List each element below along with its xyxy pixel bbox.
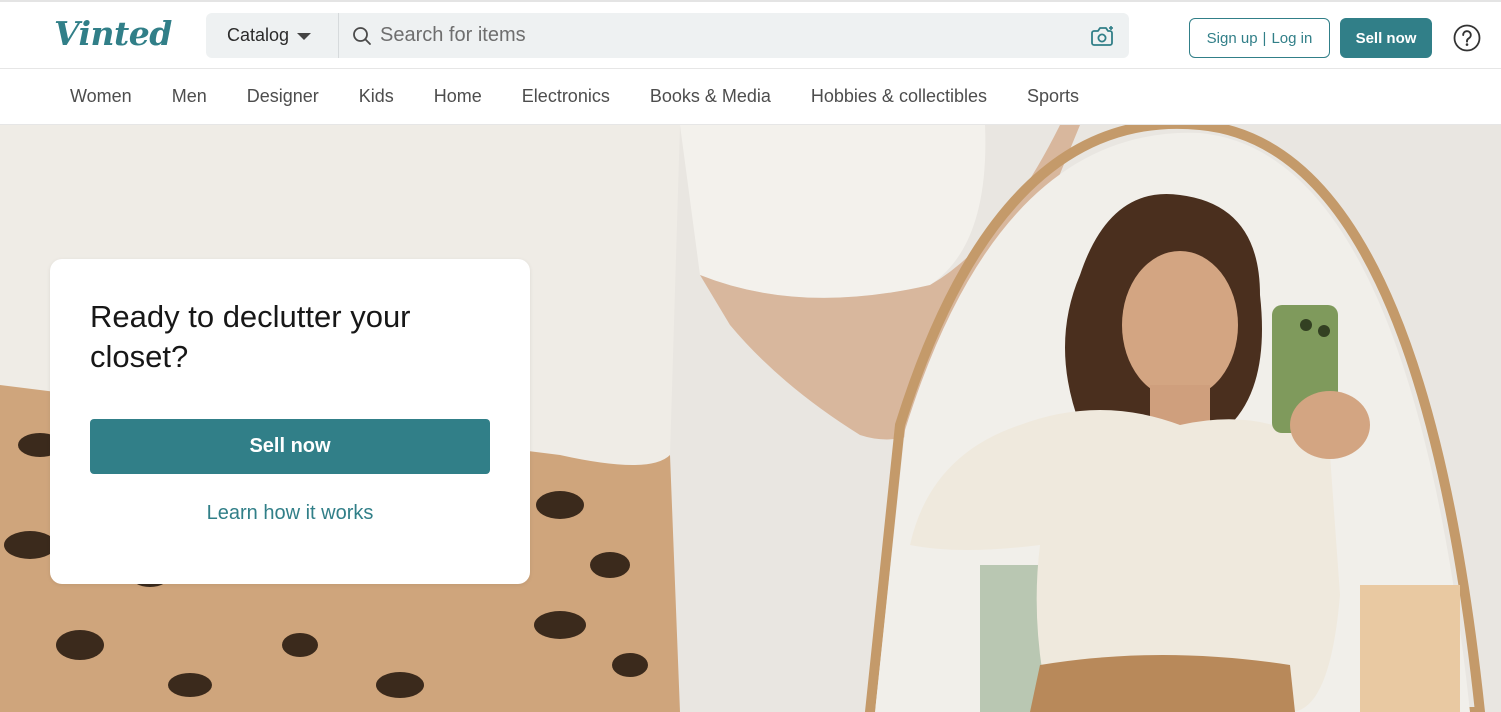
category-nav: Women Men Designer Kids Home Electronics…: [0, 69, 1501, 125]
nav-item-electronics[interactable]: Electronics: [502, 86, 630, 107]
chevron-down-icon: [297, 33, 312, 40]
login-separator: |: [1262, 29, 1267, 47]
nav-item-books-media[interactable]: Books & Media: [630, 86, 791, 107]
nav-item-hobbies-collectibles[interactable]: Hobbies & collectibles: [791, 86, 1007, 107]
search-divider: [338, 13, 339, 58]
search-icon: [352, 26, 372, 46]
nav-item-men[interactable]: Men: [152, 86, 227, 107]
header: Vinted Catalog Search for items Sign up …: [0, 0, 1501, 69]
learn-how-it-works-link[interactable]: Learn how it works: [90, 502, 490, 525]
promo-title: Ready to declutter your closet?: [90, 299, 411, 374]
nav-item-women[interactable]: Women: [50, 86, 152, 107]
vinted-logo[interactable]: Vinted: [54, 14, 172, 54]
search-input[interactable]: [380, 13, 1091, 58]
login-link[interactable]: Log in: [1271, 30, 1312, 47]
nav-item-sports[interactable]: Sports: [1007, 86, 1099, 107]
nav-item-kids[interactable]: Kids: [339, 86, 414, 107]
sell-promo-card: Ready to declutter your closet? Sell now…: [50, 259, 530, 584]
hero-sell-now-button[interactable]: Sell now: [90, 419, 490, 474]
search-bar: Catalog: [206, 13, 1129, 58]
hero-banner: Ready to declutter your closet? Sell now…: [0, 125, 1501, 712]
camera-icon[interactable]: [1091, 25, 1115, 47]
nav-item-home[interactable]: Home: [414, 86, 502, 107]
signup-link[interactable]: Sign up: [1207, 30, 1258, 47]
help-icon[interactable]: [1453, 24, 1481, 52]
signup-login-button[interactable]: Sign up | Log in: [1189, 18, 1330, 58]
catalog-dropdown[interactable]: Catalog: [206, 13, 338, 58]
header-sell-now-button[interactable]: Sell now: [1340, 18, 1432, 58]
catalog-label: Catalog: [227, 25, 290, 45]
page: Vinted Catalog Search for items Sign up …: [0, 0, 1501, 712]
nav-item-designer[interactable]: Designer: [227, 86, 339, 107]
